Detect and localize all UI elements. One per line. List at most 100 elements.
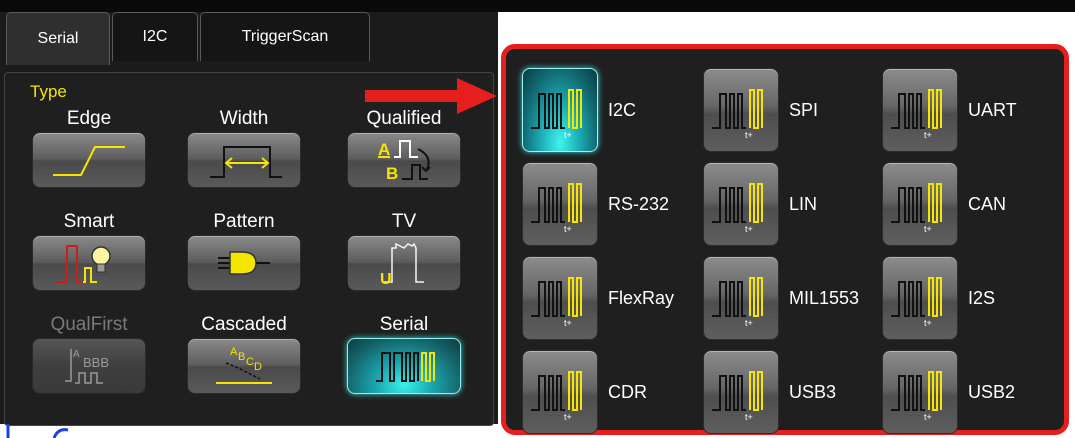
protocol-label: USB2 [968,381,1016,402]
tab-label: Serial [37,30,79,47]
svg-text:t+: t+ [924,224,932,234]
trigger-type-label: Serial [379,314,429,335]
svg-text:t+: t+ [564,224,572,234]
svg-text:t+: t+ [564,412,572,422]
protocol-flexray[interactable]: t+ FlexRay [522,256,674,340]
protocol-button[interactable]: t+ [882,256,958,340]
edge-button[interactable] [32,132,146,188]
trigger-type-edge[interactable]: Edge [9,108,169,188]
tab-i2c[interactable]: I2C [112,12,198,61]
protocol-spi[interactable]: t+ SPI [703,68,818,152]
trigger-type-label: Pattern [213,211,275,232]
trigger-type-cascaded[interactable]: Cascaded A B C D [164,314,324,394]
protocol-usb2[interactable]: t+ USB2 [882,350,1015,434]
svg-text:C: C [246,356,254,368]
protocol-i2s[interactable]: t+ I2S [882,256,995,340]
cascaded-button[interactable]: A B C D [187,338,301,394]
svg-text:D: D [254,361,262,373]
trigger-type-tv[interactable]: TV U [324,211,484,291]
qualified-icon: A B [378,140,431,183]
protocol-label: RS-232 [608,193,670,214]
pattern-icon [218,251,270,275]
trigger-type-qualified[interactable]: Qualified A B [324,108,484,188]
tab-label: TriggerScan [241,28,329,45]
protocol-cdr[interactable]: t+ CDR [522,350,647,434]
serial-waveform-icon: t+ [891,277,942,328]
svg-text:t+: t+ [924,318,932,328]
protocol-button[interactable]: t+ [703,162,779,246]
protocol-button[interactable]: t+ [703,256,779,340]
type-label: Type [30,82,67,101]
svg-text:t+: t+ [745,224,753,234]
trigger-type-label: Edge [66,108,112,129]
protocol-button[interactable]: t+ [522,350,598,434]
svg-text:B: B [238,351,245,363]
serial-waveform-icon: t+ [891,371,942,422]
serial-waveform-icon: t+ [531,89,582,140]
serial-waveform-icon: t+ [712,89,763,140]
serial-waveform-icon: t+ [712,277,763,328]
protocol-label: USB3 [789,381,837,402]
protocol-label: LIN [789,193,818,214]
protocol-button[interactable]: t+ [882,162,958,246]
protocol-label: I2S [968,287,996,308]
trigger-type-smart[interactable]: Smart [9,211,169,291]
protocol-can[interactable]: t+ CAN [882,162,1006,246]
serial-waveform-icon: t+ [531,277,582,328]
svg-text:t+: t+ [924,412,932,422]
protocol-button[interactable]: t+ [703,68,779,152]
protocol-mil1553[interactable]: t+ MIL1553 [703,256,859,340]
serial-icon [376,352,435,382]
trigger-type-label: QualFirst [50,314,128,335]
trigger-type-serial[interactable]: Serial [324,314,484,394]
protocol-label: CDR [608,381,647,402]
svg-text:t+: t+ [745,412,753,422]
serial-waveform-icon: t+ [531,183,582,234]
width-icon [210,146,282,178]
serial-button[interactable] [347,338,461,394]
protocol-label: SPI [789,99,819,120]
protocol-label: CAN [968,193,1007,214]
qualfirst-icon: A BBB [65,349,109,384]
protocol-rs232[interactable]: t+ RS-232 [522,162,669,246]
trigger-type-width[interactable]: Width [164,108,324,188]
tv-button[interactable]: U [347,235,461,291]
svg-text:A: A [73,349,80,360]
protocol-label: UART [968,99,1017,120]
arrow-icon [365,78,497,114]
protocol-button[interactable]: t+ [882,68,958,152]
smart-icon [55,245,111,283]
tv-icon: U [380,242,424,288]
protocol-label: I2C [608,99,637,120]
width-button[interactable] [187,132,301,188]
qualified-button[interactable]: A B [347,132,461,188]
protocol-usb3[interactable]: t+ USB3 [703,350,836,434]
protocol-button[interactable]: t+ [522,256,598,340]
tab-serial[interactable]: Serial [6,12,110,65]
edge-icon [53,146,125,176]
svg-text:t+: t+ [564,130,572,140]
protocol-i2c[interactable]: t+ I2C [522,68,636,152]
svg-text:B: B [386,164,398,183]
pattern-button[interactable] [187,235,301,291]
trigger-type-label: Smart [63,211,115,232]
protocol-uart[interactable]: t+ UART [882,68,1017,152]
serial-waveform-icon: t+ [891,89,942,140]
trigger-type-label: Width [219,108,269,129]
protocol-button[interactable]: t+ [522,68,598,152]
svg-text:t+: t+ [924,130,932,140]
svg-text:t+: t+ [745,130,753,140]
protocol-button[interactable]: t+ [522,162,598,246]
protocol-button[interactable]: t+ [703,350,779,434]
serial-waveform-icon: t+ [531,371,582,422]
trigger-type-qualfirst[interactable]: QualFirst A BBB [9,314,169,394]
top-strip [0,0,1075,12]
protocol-lin[interactable]: t+ LIN [703,162,817,246]
trigger-type-pattern[interactable]: Pattern [164,211,324,291]
svg-text:BBB: BBB [83,355,109,370]
trigger-type-label: TV [391,211,417,232]
qualfirst-button[interactable]: A BBB [32,338,146,394]
tab-triggerscan[interactable]: TriggerScan [200,12,370,61]
smart-button[interactable] [32,235,146,291]
protocol-button[interactable]: t+ [882,350,958,434]
